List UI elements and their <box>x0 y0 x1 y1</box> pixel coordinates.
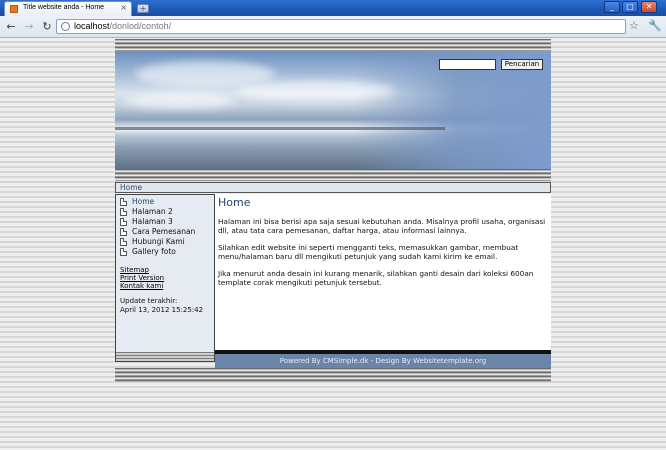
page-icon <box>120 208 127 216</box>
address-bar[interactable]: localhost/donlod/contoh/ <box>56 19 626 34</box>
maximize-button[interactable]: □ <box>622 1 638 13</box>
sidebar-item-halaman-2[interactable]: Halaman 2 <box>120 207 195 217</box>
url-host: localhost <box>74 21 110 31</box>
sidebar-item-home[interactable]: Home <box>120 197 195 207</box>
url-path: /donlod/contoh/ <box>109 21 172 31</box>
window-titlebar: Title website anda - Home × + _ □ ✕ <box>0 0 666 16</box>
last-updated-label: Update terakhir: <box>120 297 178 305</box>
sidebar-item-cara-pemesanan[interactable]: Cara Pemesanan <box>120 227 195 237</box>
sidebar-item-label: Hubungi Kami <box>132 237 185 246</box>
address-url: localhost/donlod/contoh/ <box>74 21 171 31</box>
header-banner: Pencarian <box>115 51 551 169</box>
new-tab-button[interactable]: + <box>137 4 149 13</box>
page-icon <box>120 218 127 226</box>
content-paragraph: Halaman ini bisa berisi apa saja sesuai … <box>218 217 546 235</box>
sidebar-item-label: Gallery foto <box>132 247 176 256</box>
page-title: Home <box>218 196 251 209</box>
breadcrumb-label: Home <box>120 183 143 192</box>
header-bottom-stripe <box>115 169 551 181</box>
site-container: Pencarian Home Home Halaman 2 Halaman 3 <box>115 39 551 385</box>
tab-title: Title website anda - Home <box>23 4 105 11</box>
contact-link[interactable]: Kontak kami <box>120 282 164 290</box>
browser-toolbar: ← → ↻ localhost/donlod/contoh/ ☆ 🔧 <box>0 16 666 38</box>
last-updated-value: April 13, 2012 15:25:42 <box>120 306 204 314</box>
last-updated: Update terakhir: April 13, 2012 15:25:42 <box>120 297 203 315</box>
search-input[interactable] <box>439 59 496 70</box>
content-paragraph: Jika menurut anda desain ini kurang mena… <box>218 269 534 287</box>
minimize-button[interactable]: _ <box>604 1 620 13</box>
sidebar-item-hubungi-kami[interactable]: Hubungi Kami <box>120 237 195 247</box>
sidebar-footer-stripe <box>116 352 214 361</box>
site-footer: Powered By CMSimple.dk - Design By Websi… <box>215 350 551 368</box>
cloud-shape <box>235 81 395 101</box>
bookmark-star-icon[interactable]: ☆ <box>629 19 639 32</box>
search-button[interactable]: Pencarian <box>501 59 543 70</box>
breadcrumb: Home <box>115 182 551 193</box>
sidebar-item-label: Halaman 3 <box>132 217 173 226</box>
browser-tab[interactable]: Title website anda - Home × <box>4 1 132 16</box>
tab-close-icon[interactable]: × <box>120 3 127 12</box>
sidebar-item-halaman-3[interactable]: Halaman 3 <box>120 217 195 227</box>
forward-button[interactable]: → <box>22 20 36 34</box>
page-viewport: Pencarian Home Home Halaman 2 Halaman 3 <box>0 38 666 450</box>
sidebar-item-label: Halaman 2 <box>132 207 173 216</box>
sidebar-item-label: Cara Pemesanan <box>132 227 196 236</box>
cloud-shape <box>125 93 235 109</box>
horizon-line <box>115 127 445 130</box>
top-stripe-band <box>115 39 551 51</box>
wrench-menu-icon[interactable]: 🔧 <box>648 19 662 32</box>
sidebar-item-label: Home <box>132 197 155 206</box>
back-button[interactable]: ← <box>4 20 18 34</box>
sitemap-link[interactable]: Sitemap <box>120 266 164 274</box>
reload-button[interactable]: ↻ <box>40 20 54 34</box>
page-icon <box>120 228 127 236</box>
sidebar-menu: Home Halaman 2 Halaman 3 Cara Pemesanan … <box>120 197 195 257</box>
content-paragraph: Silahkan edit website ini seperti mengga… <box>218 243 519 261</box>
print-version-link[interactable]: Print Version <box>120 274 164 282</box>
footer-credits: Powered By CMSimple.dk - Design By Websi… <box>279 357 487 365</box>
sidebar-links: Sitemap Print Version Kontak kami <box>120 266 164 290</box>
close-window-button[interactable]: ✕ <box>641 1 657 13</box>
sidebar-item-gallery-foto[interactable]: Gallery foto <box>120 247 195 257</box>
site-favicon-icon <box>10 5 18 13</box>
globe-icon <box>61 22 70 31</box>
sidebar: Home Halaman 2 Halaman 3 Cara Pemesanan … <box>115 194 215 362</box>
page-icon <box>120 198 127 206</box>
page-icon <box>120 248 127 256</box>
cloud-shape <box>135 61 275 87</box>
page-icon <box>120 238 127 246</box>
main-content: Home Halaman ini bisa berisi apa saja se… <box>218 196 548 287</box>
bottom-stripe-band <box>115 368 551 382</box>
